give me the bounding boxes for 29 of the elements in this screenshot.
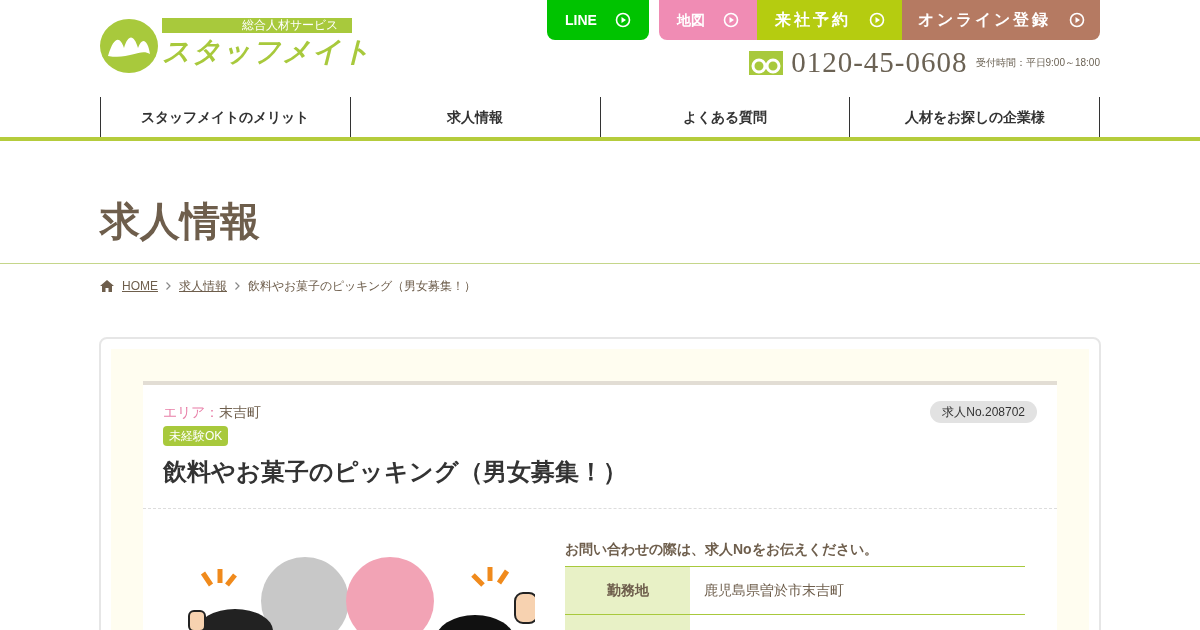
play-icon [1068,12,1085,28]
nav-item[interactable]: 人材をお探しの企業様 [849,97,1099,137]
home-icon [100,280,114,292]
nav-item[interactable]: 求人情報 [349,97,600,137]
detail-label: 勤務地 [565,567,690,614]
play-icon [614,12,631,28]
play-icon [868,12,885,28]
breadcrumb-link[interactable]: 求人情報 [179,277,227,295]
logo-tagline: 総合人材サービス [162,18,352,33]
detail-value: 鹿児島県曽於市末吉町 [703,581,845,600]
logo-text: スタッフメイト [162,35,372,69]
job-number: 求人No.208702 [930,401,1037,423]
contact-note: お問い合わせの際は、求人Noをお伝えください。 [565,540,879,559]
breadcrumb-current: 飲料やお菓子のピッキング（男女募集！） [248,278,476,295]
area-text: エリア：末吉町 [163,402,261,422]
logo-icon [100,18,158,74]
job-title: 飲料やお菓子のピッキング（男女募集！） [163,457,628,487]
phone-number: 0120-45-0608 [791,48,968,77]
header-button[interactable]: オンライン登録 [902,0,1100,40]
tag: 未経験OK [163,426,229,446]
nav-item[interactable]: スタッフメイトのメリット [100,97,350,137]
breadcrumb-link[interactable]: HOME [122,277,158,295]
business-hours: 受付時間：平日9:00～18:00 [975,56,1100,70]
page-title: 求人情報 [100,198,261,245]
play-icon [723,12,739,28]
chevron-icon [166,282,171,290]
chevron-icon [235,282,240,290]
nav-item[interactable]: よくある質問 [599,97,850,137]
free-dial-icon [749,50,784,75]
